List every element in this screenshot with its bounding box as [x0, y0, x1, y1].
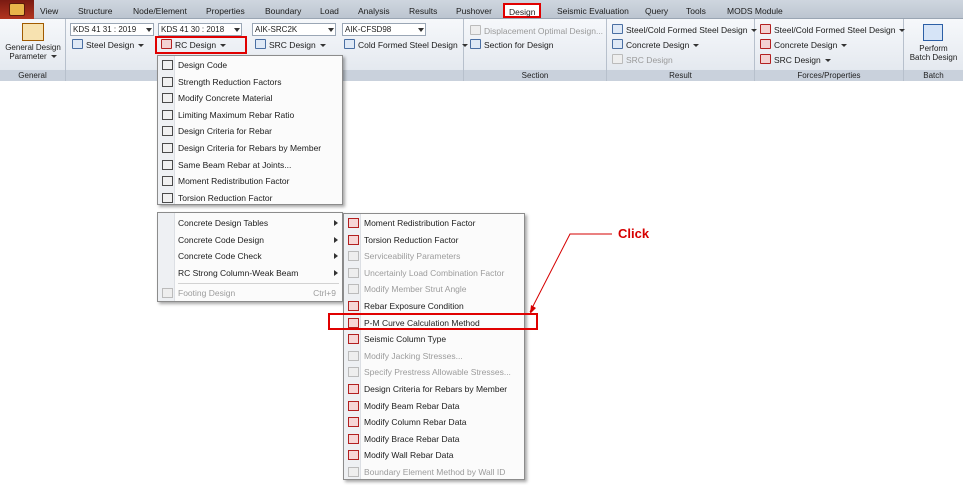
click-annotation: Click: [618, 226, 650, 241]
click-arrow-head: [530, 305, 536, 314]
click-arrow: [529, 233, 612, 314]
click-arrow-line: [529, 233, 612, 313]
